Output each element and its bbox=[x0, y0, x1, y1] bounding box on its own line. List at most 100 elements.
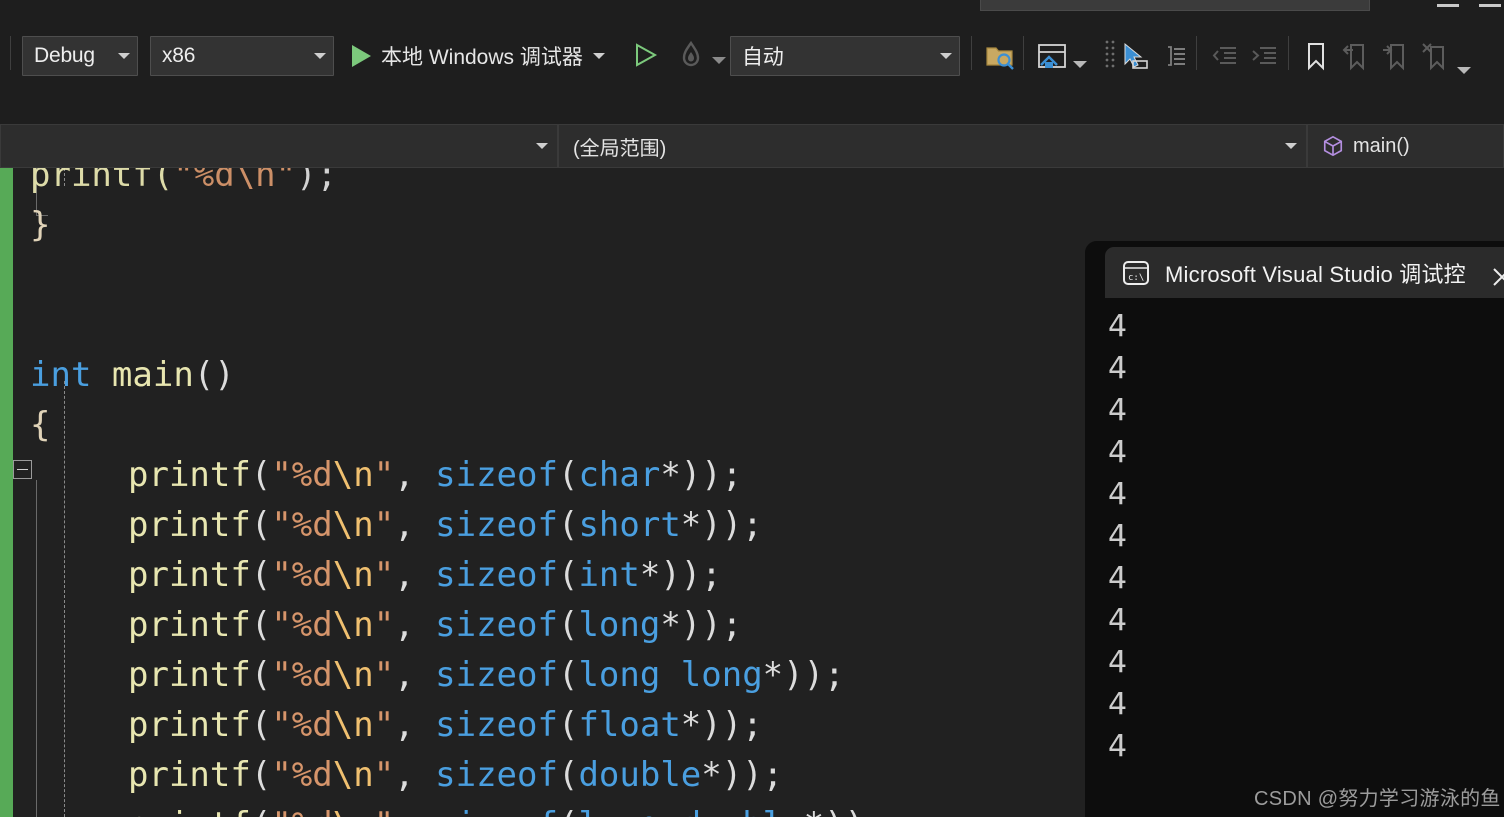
play-outline-icon bbox=[636, 43, 658, 67]
console-output-line: 4 bbox=[1108, 603, 1128, 638]
minimize-button[interactable] bbox=[1437, 4, 1459, 7]
solution-platform-dropdown[interactable]: x86 bbox=[150, 36, 334, 76]
code-token: "%d bbox=[271, 605, 333, 645]
code-token: () bbox=[193, 355, 235, 395]
console-output-line: 4 bbox=[1108, 519, 1128, 554]
code-token: ( bbox=[558, 805, 578, 817]
member-scope-dropdown[interactable]: main() bbox=[1307, 124, 1504, 168]
type-scope-value: (全局范围) bbox=[573, 137, 667, 160]
code-token: \n bbox=[332, 755, 374, 795]
code-token: *)); bbox=[804, 805, 886, 817]
chevron-down-icon bbox=[307, 53, 333, 59]
window-home-icon[interactable] bbox=[1034, 38, 1070, 74]
code-token: , bbox=[394, 805, 435, 817]
code-token: long double bbox=[578, 805, 803, 817]
member-scope-value: main() bbox=[1353, 134, 1410, 157]
code-token: \n bbox=[332, 505, 374, 545]
pointer-select-icon[interactable] bbox=[1116, 38, 1152, 74]
code-token: \n bbox=[332, 655, 374, 695]
code-token: *)); bbox=[660, 605, 743, 645]
code-token: long long bbox=[578, 655, 763, 695]
maximize-button[interactable] bbox=[1479, 4, 1501, 7]
global-search-box[interactable] bbox=[980, 0, 1370, 11]
code-token: printf bbox=[128, 805, 251, 817]
code-token: printf bbox=[128, 705, 251, 745]
code-line: printf("%d\n", sizeof(double*)); bbox=[0, 750, 1228, 800]
code-line: } bbox=[0, 200, 1130, 250]
increase-indent-icon bbox=[1247, 38, 1283, 74]
solution-platform-value: x86 bbox=[162, 44, 196, 67]
next-bookmark-icon bbox=[1378, 38, 1414, 74]
window-home-dropdown-icon[interactable] bbox=[1073, 54, 1087, 68]
code-token: *)); bbox=[701, 755, 784, 795]
code-token: printf bbox=[128, 605, 251, 645]
start-debugging-button[interactable]: 本地 Windows 调试器 bbox=[352, 38, 605, 74]
code-token: *)); bbox=[680, 505, 763, 545]
code-token: ( bbox=[557, 755, 579, 795]
code-token: , bbox=[394, 505, 436, 545]
code-token: printf bbox=[128, 455, 251, 495]
previous-bookmark-icon bbox=[1338, 38, 1374, 74]
code-token: *)); bbox=[680, 705, 763, 745]
code-token: " bbox=[373, 455, 395, 495]
chevron-down-icon[interactable] bbox=[592, 53, 605, 59]
toolbar-overflow-icon[interactable] bbox=[1457, 60, 1471, 74]
code-token: , bbox=[394, 705, 436, 745]
code-token: "%d bbox=[271, 755, 333, 795]
code-token: float bbox=[578, 705, 681, 745]
console-tab[interactable]: c:\ Microsoft Visual Studio 调试控 bbox=[1105, 247, 1504, 298]
code-token: ( bbox=[251, 805, 271, 817]
code-token: sizeof bbox=[435, 755, 558, 795]
method-cube-icon bbox=[1323, 135, 1343, 157]
comment-block-icon[interactable] bbox=[1156, 38, 1192, 74]
code-token: ); bbox=[296, 168, 338, 195]
attach-mode-dropdown[interactable]: 自动 bbox=[730, 36, 960, 76]
type-scope-dropdown[interactable]: (全局范围) bbox=[558, 124, 1307, 168]
code-token: \n bbox=[332, 555, 374, 595]
code-token: printf bbox=[128, 555, 251, 595]
code-token: , bbox=[394, 655, 436, 695]
code-token: *)); bbox=[762, 655, 845, 695]
start-without-debugging-button[interactable] bbox=[632, 42, 658, 68]
code-token: "%d bbox=[271, 705, 333, 745]
code-token: printf bbox=[128, 755, 251, 795]
code-token: long bbox=[578, 605, 661, 645]
code-token: \n bbox=[333, 805, 374, 817]
console-output[interactable]: 4 4 4 4 4 4 4 4 4 4 4 bbox=[1085, 298, 1504, 817]
navigation-bar: (全局范围) main() bbox=[0, 124, 1504, 168]
code-line: printf("%d\n", sizeof(short*)); bbox=[0, 500, 1228, 550]
toggle-bookmark-icon[interactable] bbox=[1298, 38, 1334, 74]
close-icon[interactable] bbox=[1486, 261, 1504, 293]
code-token: { bbox=[30, 405, 51, 445]
code-token: "%d bbox=[271, 555, 333, 595]
debug-console-window[interactable]: c:\ Microsoft Visual Studio 调试控 44444444… bbox=[1085, 241, 1504, 817]
attach-mode-value: 自动 bbox=[742, 46, 784, 69]
toolbar-separator bbox=[971, 36, 972, 70]
code-token: ( bbox=[557, 455, 579, 495]
toolbar-separator bbox=[1023, 36, 1024, 70]
terminal-icon: c:\ bbox=[1123, 260, 1149, 285]
find-in-files-icon[interactable] bbox=[982, 38, 1018, 74]
code-token: ( bbox=[250, 455, 272, 495]
code-line: printf("%d\n", sizeof(char*)); bbox=[0, 450, 1228, 500]
console-output-line: 4 bbox=[1108, 477, 1128, 512]
project-scope-dropdown[interactable] bbox=[0, 124, 558, 168]
code-token: sizeof bbox=[435, 705, 558, 745]
code-token: sizeof bbox=[435, 555, 558, 595]
hot-reload-button[interactable] bbox=[676, 40, 706, 70]
code-token: sizeof bbox=[435, 605, 558, 645]
console-output-line: 4 bbox=[1108, 435, 1128, 470]
hot-reload-dropdown-icon[interactable] bbox=[712, 50, 726, 64]
code-line: printf("%d\n", sizeof(float*)); bbox=[0, 700, 1228, 750]
code-token: printf bbox=[128, 505, 251, 545]
code-token: , bbox=[394, 755, 436, 795]
code-token: } bbox=[30, 205, 51, 245]
code-token: ( bbox=[250, 655, 272, 695]
solution-configuration-dropdown[interactable]: Debug bbox=[22, 36, 138, 76]
code-token: ( bbox=[557, 555, 579, 595]
chevron-down-icon bbox=[527, 143, 557, 149]
code-token: " bbox=[373, 605, 395, 645]
chevron-down-icon bbox=[1276, 143, 1306, 149]
